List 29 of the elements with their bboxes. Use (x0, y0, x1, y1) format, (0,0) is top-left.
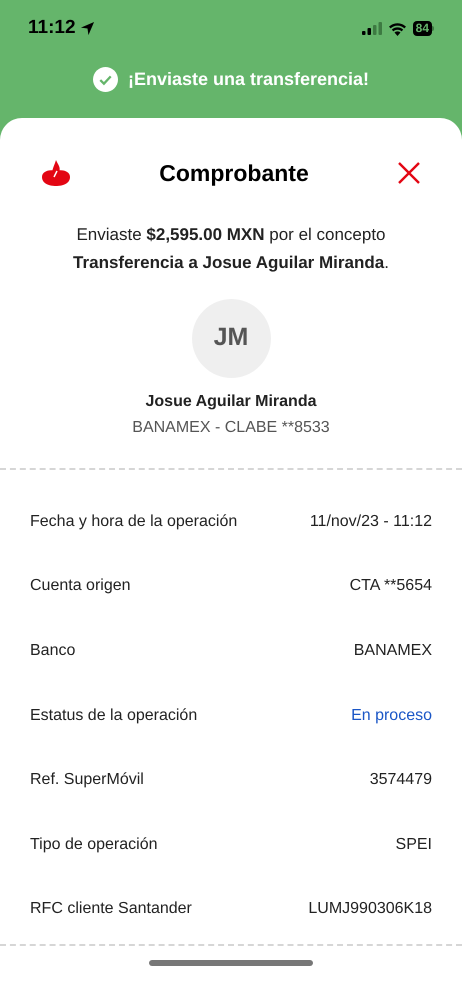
initials-avatar: JM (192, 298, 270, 378)
signal-icon (362, 22, 382, 35)
detail-label: Tipo de operación (30, 834, 158, 855)
status-time: 11:12 (28, 16, 76, 40)
detail-label: Ref. SuperMóvil (30, 770, 144, 790)
transfer-summary: Enviaste $2,595.00 MXN por el concepto Transferencia a Josue Aguilar Miranda. (72, 224, 390, 274)
close-button[interactable] (396, 160, 422, 186)
check-circle-icon (92, 66, 118, 92)
detail-label: Fecha y hora de la operación (30, 512, 238, 532)
detail-value: SPEI (396, 834, 432, 855)
detail-label: Cuenta origen (30, 576, 131, 596)
recipient-name: Josue Aguilar Miranda (146, 392, 316, 412)
status-value: En proceso (351, 706, 432, 726)
flame-logo-icon (40, 159, 72, 188)
receipt-title: Comprobante (159, 159, 309, 188)
battery-icon: 84 (412, 21, 434, 36)
detail-value: BANAMEX (354, 640, 432, 661)
detail-label: Banco (30, 640, 76, 661)
wifi-icon (388, 22, 407, 36)
location-arrow-icon (80, 21, 95, 36)
detail-value: 11/nov/23 - 11:12 (310, 512, 432, 532)
detail-label: Estatus de la operación (30, 706, 198, 726)
detail-value: 3574479 (370, 770, 432, 790)
success-message: ¡Enviaste una transferencia! (128, 68, 370, 90)
close-icon (398, 162, 420, 184)
detail-value: LUMJ990306K18 (308, 899, 432, 920)
recipient-account: BANAMEX - CLABE **8533 (132, 418, 330, 438)
detail-label: RFC cliente Santander (30, 899, 192, 920)
detail-value: CTA **5654 (350, 576, 432, 596)
